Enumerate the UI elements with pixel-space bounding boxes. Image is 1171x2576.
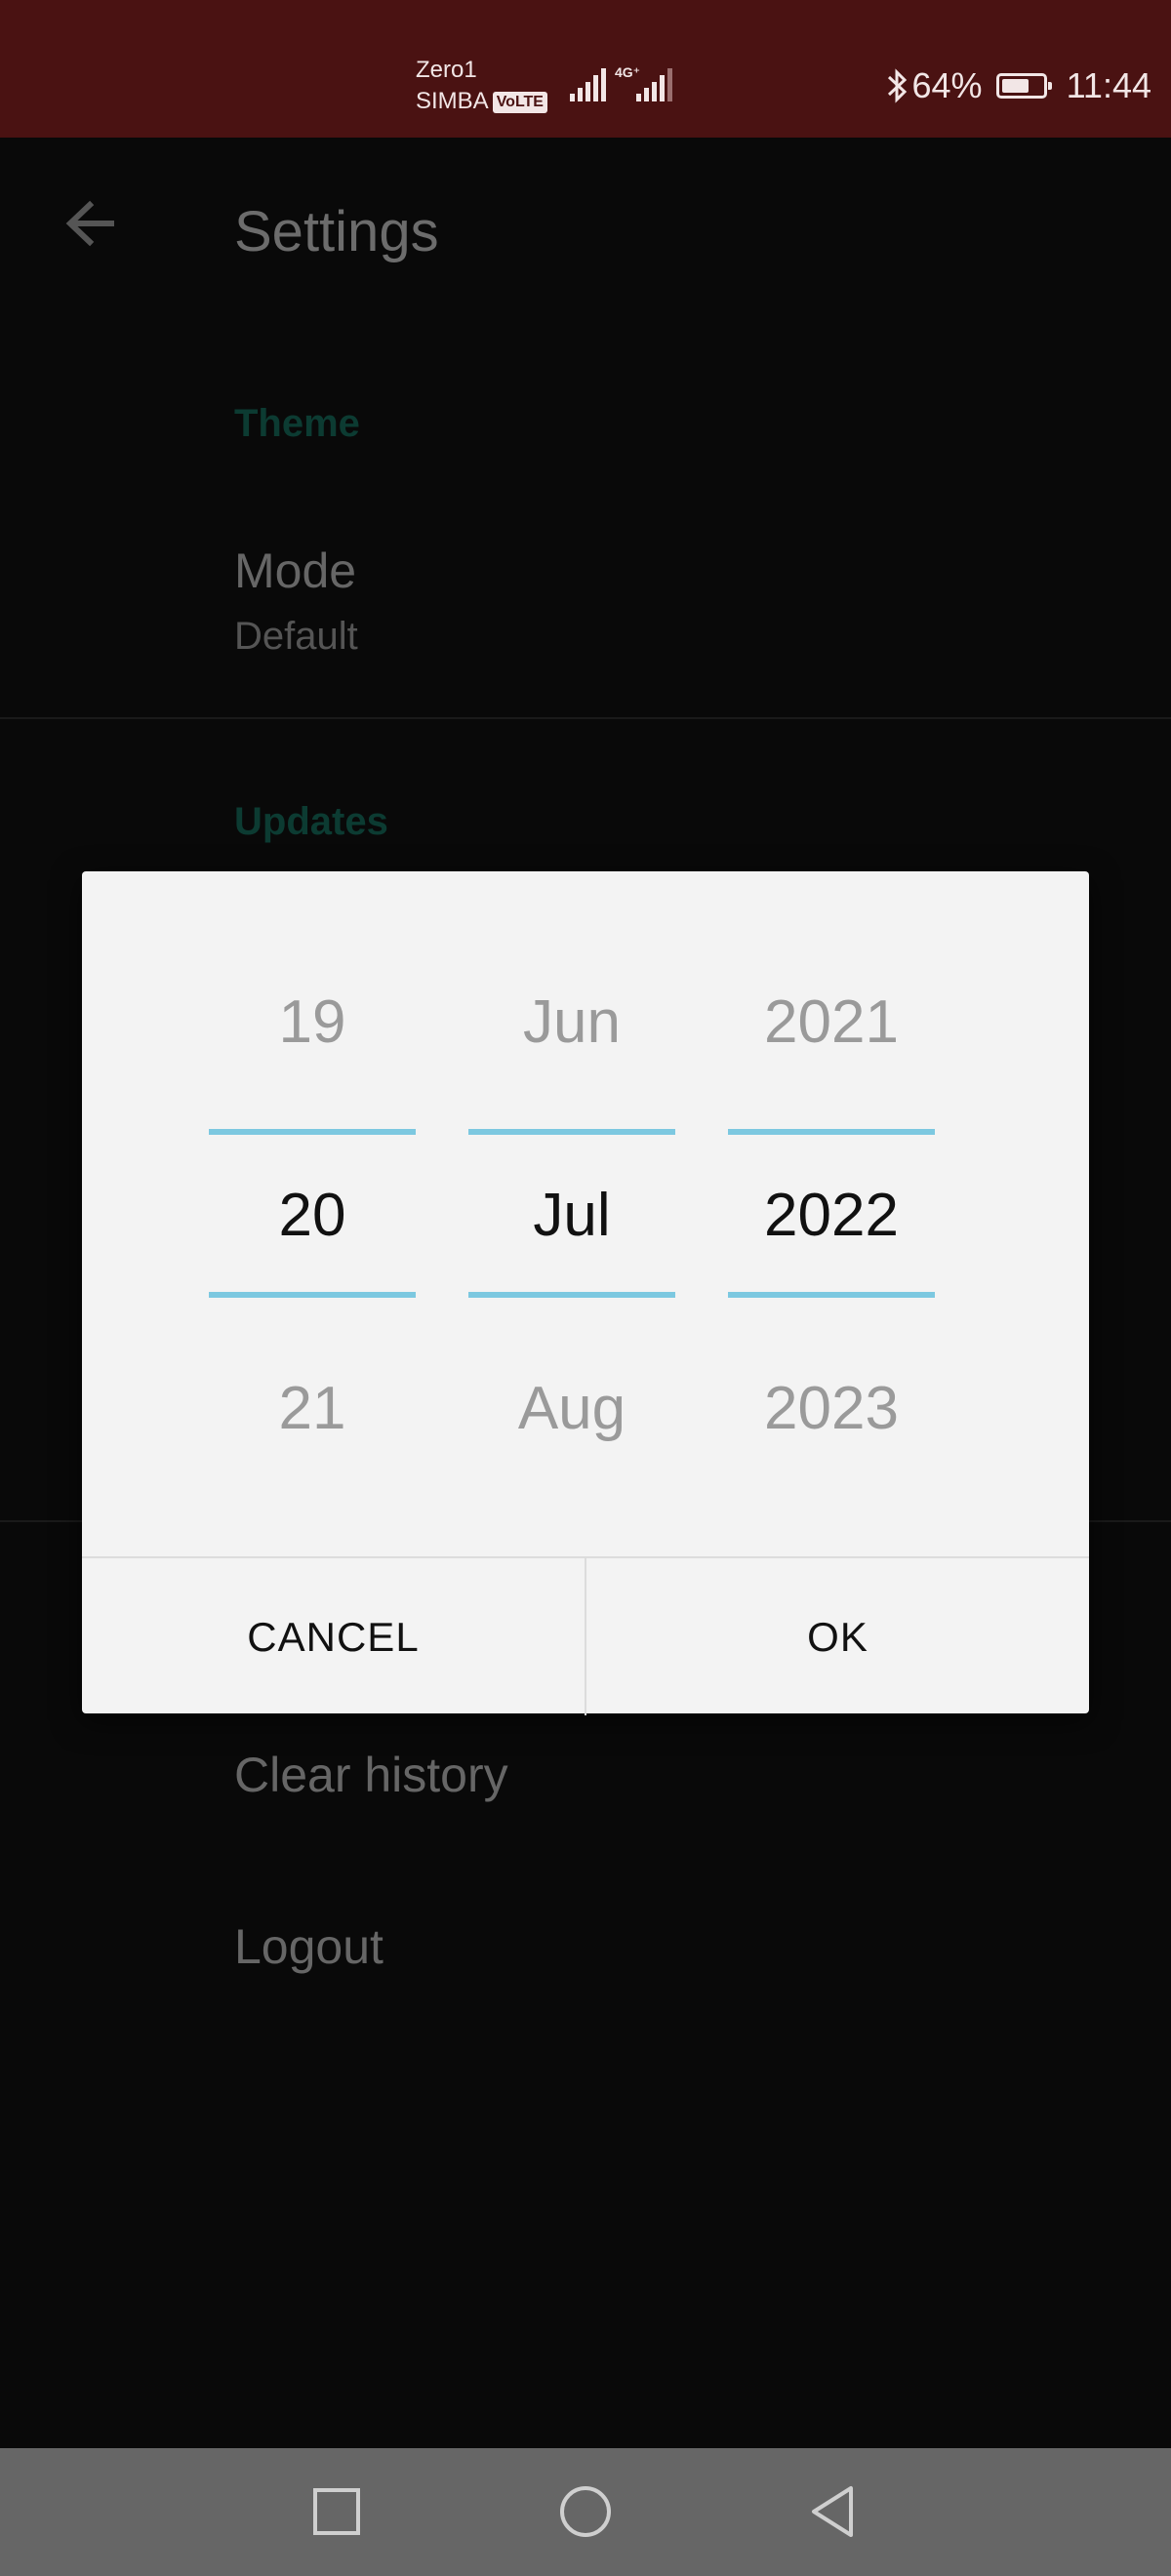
selection-line [728, 1129, 935, 1135]
month-selected[interactable]: Jul [468, 1177, 675, 1255]
status-bar: Zero1 SIMBA VoLTE 4G⁺ 64% 11:44 [0, 0, 1171, 138]
ok-button[interactable]: OK [586, 1558, 1089, 1715]
month-next[interactable]: Aug [468, 1370, 675, 1448]
setting-mode-title: Mode [234, 543, 357, 598]
selection-line [468, 1129, 675, 1135]
clock: 11:44 [1066, 65, 1151, 105]
divider [0, 717, 1171, 719]
status-right: 64% 11:44 [871, 59, 1151, 113]
circle-home-icon[interactable] [551, 2477, 620, 2546]
section-header-theme: Theme [234, 402, 360, 445]
page-title: Settings [234, 200, 439, 263]
year-selected[interactable]: 2022 [728, 1177, 935, 1255]
day-selected[interactable]: 20 [209, 1177, 416, 1255]
app-bar [0, 138, 1171, 323]
year-next[interactable]: 2023 [728, 1370, 935, 1448]
battery-percent: 64% [911, 65, 983, 105]
square-recents-icon[interactable] [303, 2477, 371, 2546]
date-picker-dialog: 19 20 21 Jun Jul Aug 2021 2022 2023 CANC… [82, 871, 1089, 1715]
signal-strength-icon [570, 68, 606, 101]
bluetooth-icon [887, 68, 907, 103]
volte-badge: VoLTE [492, 91, 547, 113]
carrier-line2: SIMBA [416, 88, 489, 114]
cancel-button[interactable]: CANCEL [82, 1558, 586, 1715]
day-prev[interactable]: 19 [209, 984, 416, 1062]
battery-icon [995, 73, 1052, 99]
selection-line [209, 1292, 416, 1298]
triangle-back-icon[interactable] [800, 2477, 868, 2546]
day-picker-wheel[interactable]: 19 20 21 [209, 871, 416, 1554]
month-picker-wheel[interactable]: Jun Jul Aug [468, 871, 675, 1554]
day-next[interactable]: 21 [209, 1370, 416, 1448]
month-prev[interactable]: Jun [468, 984, 675, 1062]
navigation-bar [0, 2448, 1171, 2576]
carrier-line1: Zero1 [416, 57, 477, 83]
back-arrow-icon[interactable] [59, 191, 123, 256]
selection-line [728, 1292, 935, 1298]
setting-logout[interactable]: Logout [234, 1918, 384, 1975]
selection-line [209, 1129, 416, 1135]
setting-clear-history[interactable]: Clear history [234, 1747, 508, 1803]
year-prev[interactable]: 2021 [728, 984, 935, 1062]
selection-line [468, 1292, 675, 1298]
signal-strength-2-icon [636, 68, 672, 101]
year-picker-wheel[interactable]: 2021 2022 2023 [728, 871, 935, 1554]
dialog-buttons: CANCEL OK [82, 1556, 1089, 1715]
setting-mode-value: Default [234, 615, 358, 658]
carrier-info: Zero1 SIMBA VoLTE [416, 55, 547, 117]
section-header-updates: Updates [234, 800, 388, 843]
